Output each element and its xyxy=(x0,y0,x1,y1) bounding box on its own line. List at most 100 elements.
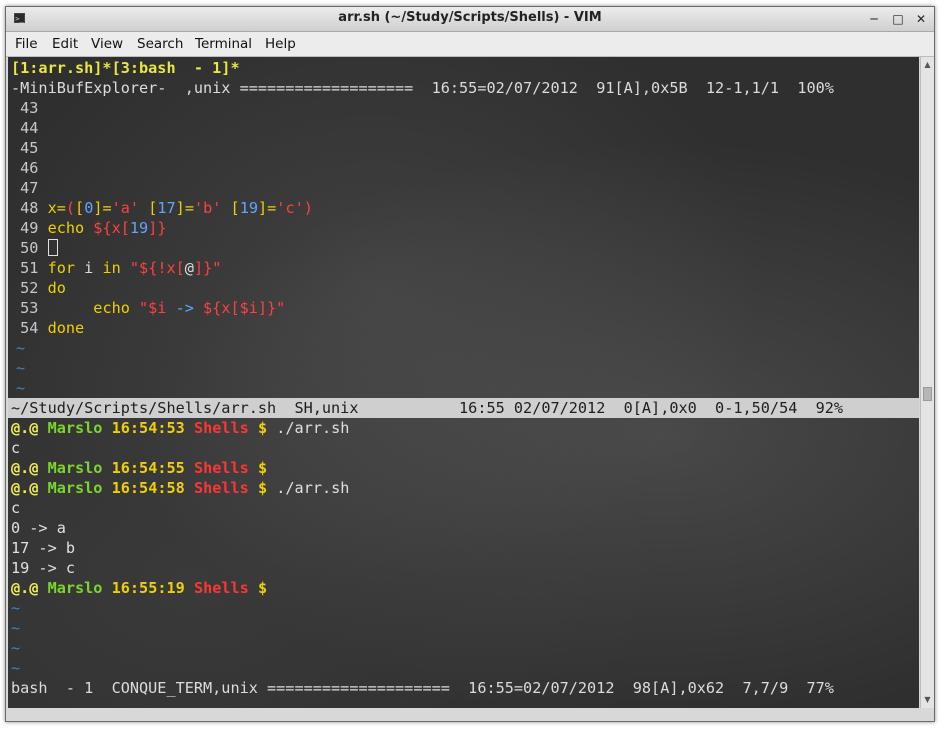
minimize-button[interactable]: ─ xyxy=(866,11,882,27)
code-token: in xyxy=(102,259,121,277)
code-token: 0 xyxy=(84,199,94,217)
line-number: 53 xyxy=(11,299,48,317)
menu-bar: File Edit View Search Terminal Help xyxy=(6,32,934,57)
code-line-52[interactable]: 52 do xyxy=(11,278,66,298)
line-number: 50 xyxy=(11,239,48,257)
menu-help[interactable]: Help xyxy=(265,36,296,52)
code-token: @ xyxy=(184,259,194,277)
empty-line-tilde: ~ xyxy=(16,359,26,377)
prompt-face: @.@ xyxy=(11,579,39,597)
shell-output-line: 19 -> c xyxy=(11,559,76,577)
code-token: x= xyxy=(47,199,66,217)
code-token: [ xyxy=(221,199,240,217)
empty-line-tilde: ~ xyxy=(16,379,26,397)
prompt-user: Marslo xyxy=(47,579,103,597)
line-number: 49 xyxy=(11,219,48,237)
menu-edit[interactable]: Edit xyxy=(52,36,78,52)
code-line-49[interactable]: 49 echo ${x[19]} xyxy=(11,218,166,238)
terminal-area[interactable]: [1:arr.sh]*[3:bash - 1]* -MiniBufExplore… xyxy=(8,57,919,708)
shell-prompt-line[interactable]: @.@ Marslo 16:54:55 Shells $ xyxy=(11,458,267,478)
code-line-47: 47 xyxy=(11,179,39,197)
code-line-43: 43 xyxy=(11,99,39,117)
code-token: "$i xyxy=(139,299,176,317)
prompt-time: 16:55:19 xyxy=(111,579,185,597)
prompt-symbol: $ xyxy=(257,459,268,477)
code-token: i xyxy=(75,259,103,277)
shell-output-line: 0 -> a xyxy=(11,519,66,537)
code-token: ${x[$i]}" xyxy=(193,299,286,317)
shell-prompt-line[interactable]: @.@ Marslo 16:54:58 Shells $ ./arr.sh xyxy=(11,478,349,498)
code-token: -> xyxy=(175,299,194,317)
menu-file[interactable]: File xyxy=(15,36,38,52)
code-token: ( xyxy=(65,199,76,217)
close-button[interactable]: ✕ xyxy=(913,11,929,27)
code-token: ${x[ xyxy=(93,219,130,237)
empty-line-tilde: ~ xyxy=(16,339,26,357)
code-token: 'b' xyxy=(193,199,222,217)
code-line-48[interactable]: 48 x=([0]='a' [17]='b' [19]='c') xyxy=(11,198,313,218)
code-token: ]= xyxy=(93,199,112,217)
empty-line-tilde: ~ xyxy=(11,639,21,657)
empty-line-tilde: ~ xyxy=(11,619,21,637)
prompt-symbol: $ xyxy=(257,579,268,597)
prompt-dir: Shells xyxy=(193,479,249,497)
prompt-symbol: $ xyxy=(257,419,268,437)
prompt-dir: Shells xyxy=(193,459,249,477)
prompt-symbol: $ xyxy=(257,479,268,497)
scroll-up-arrow-icon[interactable]: ▲ xyxy=(922,59,933,71)
code-token: do xyxy=(47,279,66,297)
vim-window: >_ arr.sh (~/Study/Scripts/Shells) - VIM… xyxy=(5,6,935,722)
scroll-down-arrow-icon[interactable]: ▼ xyxy=(922,694,933,706)
prompt-user: Marslo xyxy=(47,459,103,477)
code-token: 19 xyxy=(129,219,149,237)
line-number: 52 xyxy=(11,279,48,297)
title-bar[interactable]: >_ arr.sh (~/Study/Scripts/Shells) - VIM… xyxy=(6,7,934,32)
shell-output-line: c xyxy=(11,499,21,517)
shell-output-line: 17 -> b xyxy=(11,539,76,557)
maximize-button[interactable]: □ xyxy=(890,11,906,27)
prompt-user: Marslo xyxy=(47,419,103,437)
code-token: ]= xyxy=(175,199,194,217)
window-title: arr.sh (~/Study/Scripts/Shells) - VIM xyxy=(338,10,602,25)
prompt-dir: Shells xyxy=(193,579,249,597)
line-number: 51 xyxy=(11,259,48,277)
shell-prompt-line[interactable]: @.@ Marslo 16:55:19 Shells $ xyxy=(11,578,267,598)
code-token: done xyxy=(47,319,85,337)
scroll-thumb[interactable] xyxy=(923,387,932,401)
code-token: echo xyxy=(93,299,140,317)
prompt-face: @.@ xyxy=(11,479,39,497)
code-line-53[interactable]: 53 echo "$i -> ${x[$i]}" xyxy=(11,298,285,318)
code-token: "${!x[ xyxy=(129,259,185,277)
code-token: 19 xyxy=(239,199,258,217)
shell-prompt-line[interactable]: @.@ Marslo 16:54:53 Shells $ ./arr.sh xyxy=(11,418,349,438)
text-cursor xyxy=(47,239,58,256)
menu-terminal[interactable]: Terminal xyxy=(195,36,252,52)
buffer-tab-line[interactable]: [1:arr.sh]*[3:bash - 1]* xyxy=(11,58,240,78)
code-token: ) xyxy=(303,199,313,217)
prompt-time: 16:54:53 xyxy=(111,419,185,437)
prompt-dir: Shells xyxy=(193,419,249,437)
empty-line-tilde: ~ xyxy=(11,659,21,677)
shell-output-line: c xyxy=(11,439,21,457)
window-bottom-border xyxy=(6,708,934,721)
line-number: 48 xyxy=(11,199,48,217)
code-token: 'c' xyxy=(276,199,304,217)
conque-status-line: bash - 1 CONQUE_TERM,unix ==============… xyxy=(11,679,834,697)
code-token: ]= xyxy=(258,199,277,217)
code-line-50[interactable]: 50 xyxy=(11,238,58,258)
empty-line-tilde: ~ xyxy=(11,599,21,617)
code-token: [ xyxy=(139,199,158,217)
vertical-scrollbar[interactable]: ▲ ▼ xyxy=(920,57,934,708)
menu-search[interactable]: Search xyxy=(137,36,183,52)
code-line-46: 46 xyxy=(11,159,39,177)
code-line-54[interactable]: 54 done xyxy=(11,318,84,338)
line-number: 54 xyxy=(11,319,48,337)
code-line-51[interactable]: 51 for i in "${!x[@]}" xyxy=(11,258,221,278)
menu-view[interactable]: View xyxy=(91,36,123,52)
prompt-face: @.@ xyxy=(11,459,39,477)
code-token: 17 xyxy=(157,199,176,217)
code-token: echo xyxy=(47,219,94,237)
prompt-time: 16:54:58 xyxy=(111,479,185,497)
shell-command: ./arr.sh xyxy=(267,419,350,437)
